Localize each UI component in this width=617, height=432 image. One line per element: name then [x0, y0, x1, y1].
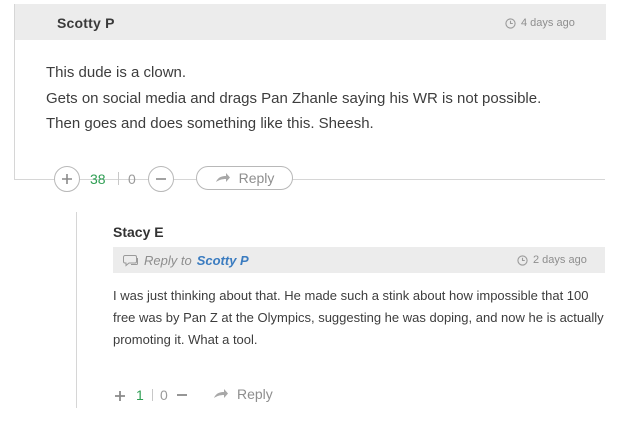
comment-body: This dude is a clown. Gets on social med… — [46, 60, 606, 137]
reply-body: I was just thinking about that. He made … — [113, 288, 604, 347]
thread-line — [76, 212, 77, 408]
reply-upvote-button[interactable] — [114, 386, 126, 407]
clock-icon — [505, 17, 516, 29]
clock-icon — [517, 254, 528, 266]
comment-line: Gets on social media and drags Pan Zhanl… — [46, 89, 542, 107]
reply-to-bar: Reply to Scotty P 2 days ago — [113, 247, 605, 273]
vote-separator — [152, 389, 153, 401]
timestamp-text: 2 days ago — [533, 254, 587, 266]
comment-line: Then goes and does something like this. … — [46, 115, 374, 132]
reply-to-label: Reply to — [144, 253, 192, 268]
comment-card: Scotty P 4 days ago This dude is a clown… — [14, 4, 617, 179]
reply-timestamp[interactable]: 2 days ago — [517, 254, 587, 266]
comment-header: Scotty P 4 days ago — [15, 4, 606, 40]
upvote-count: 38 — [90, 171, 106, 187]
minus-icon — [156, 178, 166, 180]
reply-reply-button[interactable]: Reply — [213, 386, 273, 402]
reply-button[interactable]: Reply — [196, 166, 293, 190]
reply-to-info: Reply to Scotty P — [123, 253, 249, 268]
timestamp-text: 4 days ago — [521, 17, 575, 29]
plus-icon — [62, 174, 72, 184]
upvote-button[interactable] — [54, 166, 80, 192]
speech-bubble-icon — [123, 255, 138, 267]
comment-author[interactable]: Scotty P — [57, 15, 115, 31]
reply-arrow-icon — [215, 173, 230, 182]
comment-line: This dude is a clown. — [46, 64, 187, 81]
comment-timestamp[interactable]: 4 days ago — [505, 17, 575, 29]
downvote-count: 0 — [128, 171, 136, 187]
reply-label: Reply — [238, 170, 275, 186]
reply-downvote-button[interactable] — [176, 385, 188, 406]
reply-downvote-count: 0 — [160, 387, 168, 403]
plus-icon — [115, 391, 125, 401]
reply-upvote-count: 1 — [136, 387, 144, 403]
vote-separator — [118, 172, 119, 185]
reply-author[interactable]: Stacy E — [113, 224, 164, 240]
reply-to-author-link[interactable]: Scotty P — [197, 253, 249, 268]
reply-label: Reply — [237, 386, 273, 402]
minus-icon — [177, 394, 187, 396]
downvote-button[interactable] — [148, 166, 174, 192]
reply-arrow-icon — [214, 389, 228, 398]
